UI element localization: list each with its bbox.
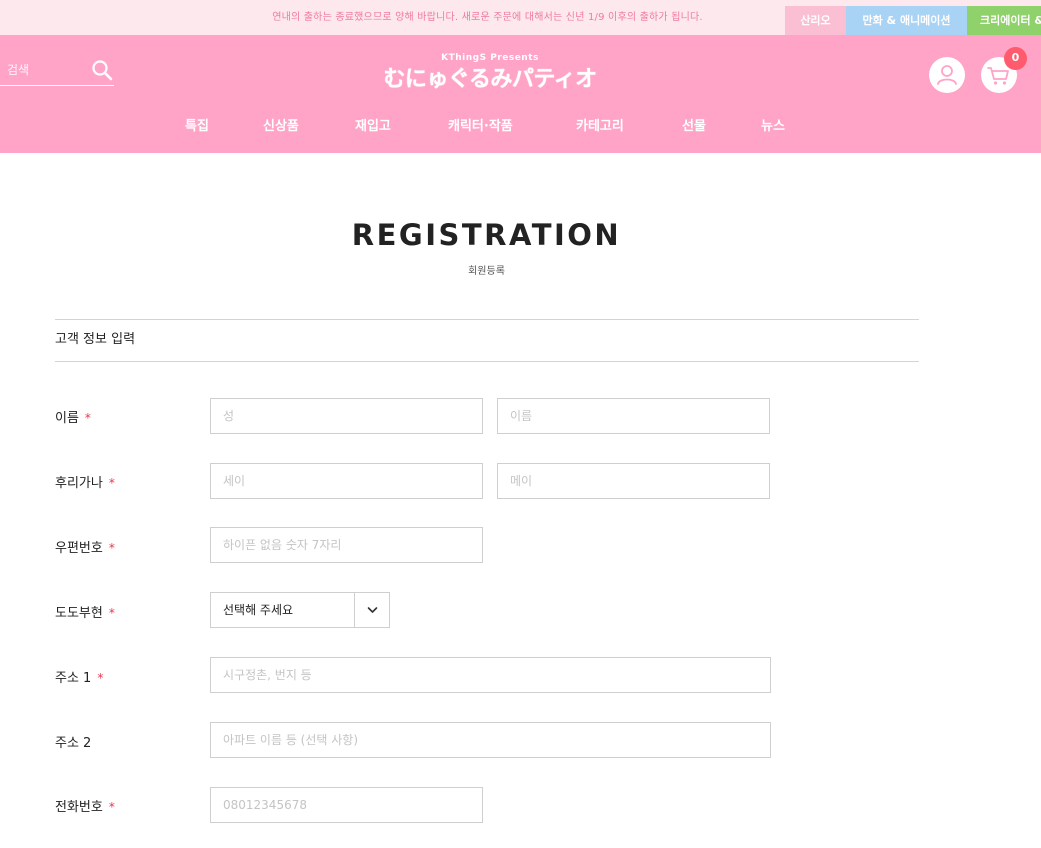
prefecture-selected-value: 선택해 주세요 bbox=[223, 603, 294, 617]
nav-item-gift[interactable]: 선물 bbox=[682, 115, 706, 139]
address2-input[interactable] bbox=[210, 722, 771, 758]
brand-tab-creator[interactable]: 크리에이터 & bbox=[967, 6, 1041, 35]
page-subtitle: 회원등록 bbox=[468, 266, 505, 277]
prefecture-label: 도도부현 * bbox=[55, 606, 115, 621]
furigana-label: 후리가나 * bbox=[55, 476, 115, 491]
nav-item-restock[interactable]: 재입고 bbox=[355, 115, 391, 139]
required-mark: * bbox=[108, 800, 115, 814]
site-logo[interactable]: KThingS Presents むにゅぐるみパティオ bbox=[340, 53, 640, 98]
section-title: 고객 정보 입력 bbox=[55, 332, 136, 347]
postal-code-label: 우편번호 * bbox=[55, 541, 115, 556]
top-notice-bar: 연내의 출하는 종료했으므로 양해 바랍니다. 새로운 주문에 대해서는 신년 … bbox=[0, 0, 1041, 35]
logo-subtitle: KThingS Presents bbox=[441, 53, 539, 63]
postal-code-input[interactable] bbox=[210, 527, 483, 563]
nav-item-features[interactable]: 특집 bbox=[185, 115, 209, 139]
address1-label: 주소 1 * bbox=[55, 671, 104, 686]
required-mark: * bbox=[84, 411, 91, 425]
required-mark: * bbox=[108, 606, 115, 620]
account-button[interactable] bbox=[929, 57, 965, 93]
prefecture-select[interactable]: 선택해 주세요 bbox=[210, 592, 390, 628]
phone-input[interactable] bbox=[210, 787, 483, 823]
search-box bbox=[0, 55, 114, 86]
brand-tab-manga-anime[interactable]: 만화 & 애니메이션 bbox=[846, 6, 967, 35]
nav-item-new[interactable]: 신상품 bbox=[263, 115, 299, 139]
site-header: KThingS Presents むにゅぐるみパティオ 0 특집 신상품 재입고… bbox=[0, 35, 1041, 153]
nav-item-characters[interactable]: 캐릭터·작품 bbox=[448, 115, 513, 139]
logo-title: むにゅぐるみパティオ bbox=[383, 67, 597, 92]
chevron-down-icon bbox=[367, 607, 378, 613]
user-icon bbox=[937, 65, 957, 85]
furigana-first-input[interactable] bbox=[497, 463, 770, 499]
brand-tab-sanrio[interactable]: 산리오 bbox=[785, 6, 846, 35]
nav-item-news[interactable]: 뉴스 bbox=[761, 115, 785, 139]
search-icon[interactable] bbox=[91, 59, 113, 81]
address2-label: 주소 2 bbox=[55, 736, 92, 751]
required-mark: * bbox=[108, 541, 115, 555]
cart-count-badge: 0 bbox=[1004, 47, 1027, 70]
furigana-last-input[interactable] bbox=[210, 463, 483, 499]
dropdown-toggle[interactable] bbox=[354, 593, 389, 627]
address1-input[interactable] bbox=[210, 657, 771, 693]
first-name-input[interactable] bbox=[497, 398, 770, 434]
required-mark: * bbox=[108, 476, 115, 490]
section-header: 고객 정보 입력 bbox=[55, 319, 919, 362]
phone-label: 전화번호 * bbox=[55, 800, 115, 815]
nav-item-category[interactable]: 카테고리 bbox=[576, 115, 624, 139]
last-name-input[interactable] bbox=[210, 398, 483, 434]
search-input[interactable] bbox=[0, 58, 88, 82]
page-title: REGISTRATION bbox=[351, 218, 622, 252]
required-mark: * bbox=[97, 671, 104, 685]
main-nav: 특집 신상품 재입고 캐릭터·작품 카테고리 선물 뉴스 bbox=[0, 115, 1041, 139]
name-label: 이름 * bbox=[55, 411, 91, 426]
